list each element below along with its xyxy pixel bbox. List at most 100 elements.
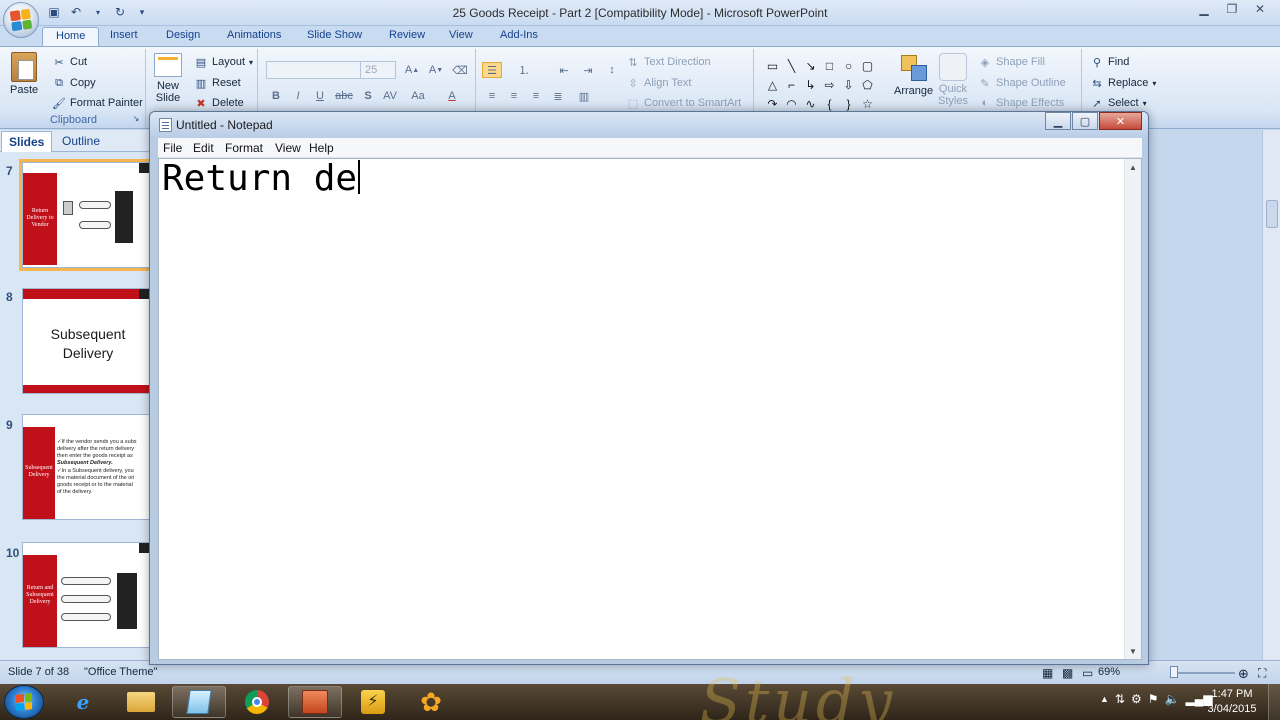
notepad-vertical-scrollbar[interactable]: ▲ ▼ <box>1124 159 1141 659</box>
font-name-box[interactable] <box>266 61 362 79</box>
taskbar-powerpoint[interactable] <box>288 686 342 718</box>
slide-sorter-icon[interactable]: ▩ <box>1062 666 1073 680</box>
menu-view[interactable]: View <box>275 141 301 155</box>
tab-add-ins[interactable]: Add-Ins <box>500 29 538 41</box>
taskbar-notepad[interactable] <box>172 686 226 718</box>
find-button[interactable]: ⚲ Find <box>1090 55 1129 69</box>
fit-to-window-icon[interactable]: ⛶ <box>1258 666 1266 681</box>
slide-thumbnail-9[interactable]: Subsequent Delivery ✓If the vendor sends… <box>22 414 150 520</box>
shape-outline-button[interactable]: ✎ Shape Outline <box>978 76 1065 90</box>
taskbar-file-explorer[interactable] <box>114 686 168 718</box>
notepad-titlebar[interactable]: Untitled - Notepad ▁ ▢ ✕ <box>150 112 1148 138</box>
shrink-font-icon[interactable]: A ▼ <box>426 62 446 78</box>
restore-icon[interactable]: ❐ <box>1220 1 1244 17</box>
align-left-icon[interactable]: ≡ <box>482 88 502 104</box>
align-center-icon[interactable]: ≡ <box>504 88 524 104</box>
slide-thumbnail-7[interactable]: Return Delivery to Vendor <box>19 159 150 271</box>
dialog-launcher-icon[interactable]: ↘ <box>129 111 143 125</box>
volume-icon[interactable]: 🔈 <box>1165 692 1180 706</box>
replace-button[interactable]: ⇆ Replace ▾ <box>1090 76 1156 90</box>
oval-shape-icon[interactable]: ○ <box>839 56 858 75</box>
taskbar-internet-explorer[interactable]: e <box>56 686 110 718</box>
slide-thumbnail-10[interactable]: Return and Subsequent Delivery <box>22 542 150 648</box>
underline-icon[interactable]: U <box>310 88 330 104</box>
tab-slides[interactable]: Slides <box>1 131 53 152</box>
select-button[interactable]: ➚ Select ▾ <box>1090 96 1146 110</box>
menu-help[interactable]: Help <box>309 141 334 155</box>
reset-button[interactable]: ▥ Reset <box>194 76 241 90</box>
format-painter-button[interactable]: 🖌 Format Painter <box>52 96 143 110</box>
increase-indent-icon[interactable]: ⇥ <box>578 62 598 78</box>
zoom-in-icon[interactable]: ⊕ <box>1238 666 1249 682</box>
tab-outline[interactable]: Outline <box>62 134 100 148</box>
tab-insert[interactable]: Insert <box>110 29 138 41</box>
arrow-line-shape-icon[interactable]: ↘ <box>801 56 820 75</box>
bullets-icon[interactable]: ☰ <box>482 62 502 78</box>
right-arrow-shape-icon[interactable]: ⇨ <box>820 75 839 94</box>
convert-smartart-button[interactable]: ⬚ Convert to SmartArt <box>626 96 741 110</box>
elbow-connector-icon[interactable]: ⌐ <box>782 75 801 94</box>
minimize-icon[interactable]: ▁ <box>1192 1 1216 17</box>
grow-font-icon[interactable]: A ▲ <box>402 62 422 78</box>
down-arrow-shape-icon[interactable]: ⇩ <box>839 75 858 94</box>
strikethrough-icon[interactable]: abc <box>334 88 354 104</box>
italic-icon[interactable]: I <box>288 88 308 104</box>
menu-file[interactable]: File <box>163 141 182 155</box>
tab-view[interactable]: View <box>449 29 473 41</box>
rounded-rect-shape-icon[interactable]: ▢ <box>858 56 877 75</box>
shape-fill-button[interactable]: ◈ Shape Fill <box>978 55 1045 69</box>
bold-icon[interactable]: B <box>266 88 286 104</box>
quick-styles-button[interactable]: Quick Styles <box>938 53 968 107</box>
taskbar-app-yellow[interactable]: ⚡ <box>346 686 400 718</box>
shape-effects-button[interactable]: ◐ Shape Effects <box>978 96 1065 110</box>
slideshow-icon[interactable]: ▭ <box>1082 666 1093 680</box>
font-color-icon[interactable]: A <box>442 88 462 104</box>
show-desktop-button[interactable] <box>1268 684 1280 720</box>
font-size-box[interactable]: 25 <box>360 61 396 79</box>
delete-button[interactable]: ✖ Delete <box>194 96 243 110</box>
taskbar-app-flower[interactable]: ✿ <box>404 686 458 718</box>
tab-design[interactable]: Design <box>166 29 200 41</box>
arrange-button[interactable]: Arrange <box>894 53 933 97</box>
close-button[interactable]: ✕ <box>1099 112 1142 130</box>
character-spacing-icon[interactable]: AV <box>380 88 400 104</box>
normal-view-icon[interactable]: ▦ <box>1042 666 1053 680</box>
cut-button[interactable]: ✂ Cut <box>52 55 87 69</box>
scroll-down-arrow-icon[interactable]: ▼ <box>1125 643 1141 659</box>
notepad-text-area[interactable]: Return de ▲ ▼ <box>158 158 1142 660</box>
zoom-slider-knob[interactable] <box>1170 666 1178 678</box>
shapes-gallery[interactable]: ▭ ╲ ↘ □ ○ ▢ △ ⌐ ↳ ⇨ ⇩ ⬠ ↷ ◠ ∿ { } ☆ <box>763 56 877 113</box>
line-spacing-icon[interactable]: ↕ <box>602 62 622 78</box>
align-text-button[interactable]: ⇳ Align Text <box>626 76 691 90</box>
minimize-button[interactable]: ▁ <box>1045 112 1071 130</box>
tab-slide-show[interactable]: Slide Show <box>307 29 362 41</box>
maximize-button[interactable]: ▢ <box>1072 112 1098 130</box>
layout-button[interactable]: ▤ Layout ▾ <box>194 55 253 69</box>
slide-thumbnail-8[interactable]: Subsequent Delivery <box>22 288 150 394</box>
network-tray-icon[interactable]: ⇅ <box>1115 692 1125 706</box>
textbox-shape-icon[interactable]: ▭ <box>763 56 782 75</box>
start-button[interactable] <box>4 685 44 719</box>
change-case-icon[interactable]: Aa <box>408 88 428 104</box>
scrollbar-thumb[interactable] <box>1266 200 1278 228</box>
tab-home[interactable]: Home <box>42 27 100 46</box>
settings-tray-icon[interactable]: ⚙ <box>1131 692 1142 706</box>
menu-edit[interactable]: Edit <box>193 141 214 155</box>
text-direction-button[interactable]: ⇅ Text Direction <box>626 55 710 69</box>
line-shape-icon[interactable]: ╲ <box>782 56 801 75</box>
scroll-up-arrow-icon[interactable]: ▲ <box>1125 159 1141 175</box>
menu-format[interactable]: Format <box>225 141 263 155</box>
close-icon[interactable]: ✕ <box>1248 1 1272 17</box>
copy-button[interactable]: ⧉ Copy <box>52 76 96 90</box>
system-clock[interactable]: 1:47 PM 3/04/2015 <box>1200 687 1264 717</box>
rectangle-shape-icon[interactable]: □ <box>820 56 839 75</box>
justify-icon[interactable]: ≣ <box>548 88 568 104</box>
align-right-icon[interactable]: ≡ <box>526 88 546 104</box>
tab-animations[interactable]: Animations <box>227 29 281 41</box>
numbering-icon[interactable]: ⒈ <box>514 62 534 78</box>
new-slide-button[interactable]: New Slide <box>154 53 182 104</box>
elbow-arrow-icon[interactable]: ↳ <box>801 75 820 94</box>
powerpoint-vertical-scrollbar[interactable] <box>1262 130 1280 660</box>
office-button[interactable] <box>3 2 39 38</box>
freeform-shape-icon[interactable]: ⬠ <box>858 75 877 94</box>
